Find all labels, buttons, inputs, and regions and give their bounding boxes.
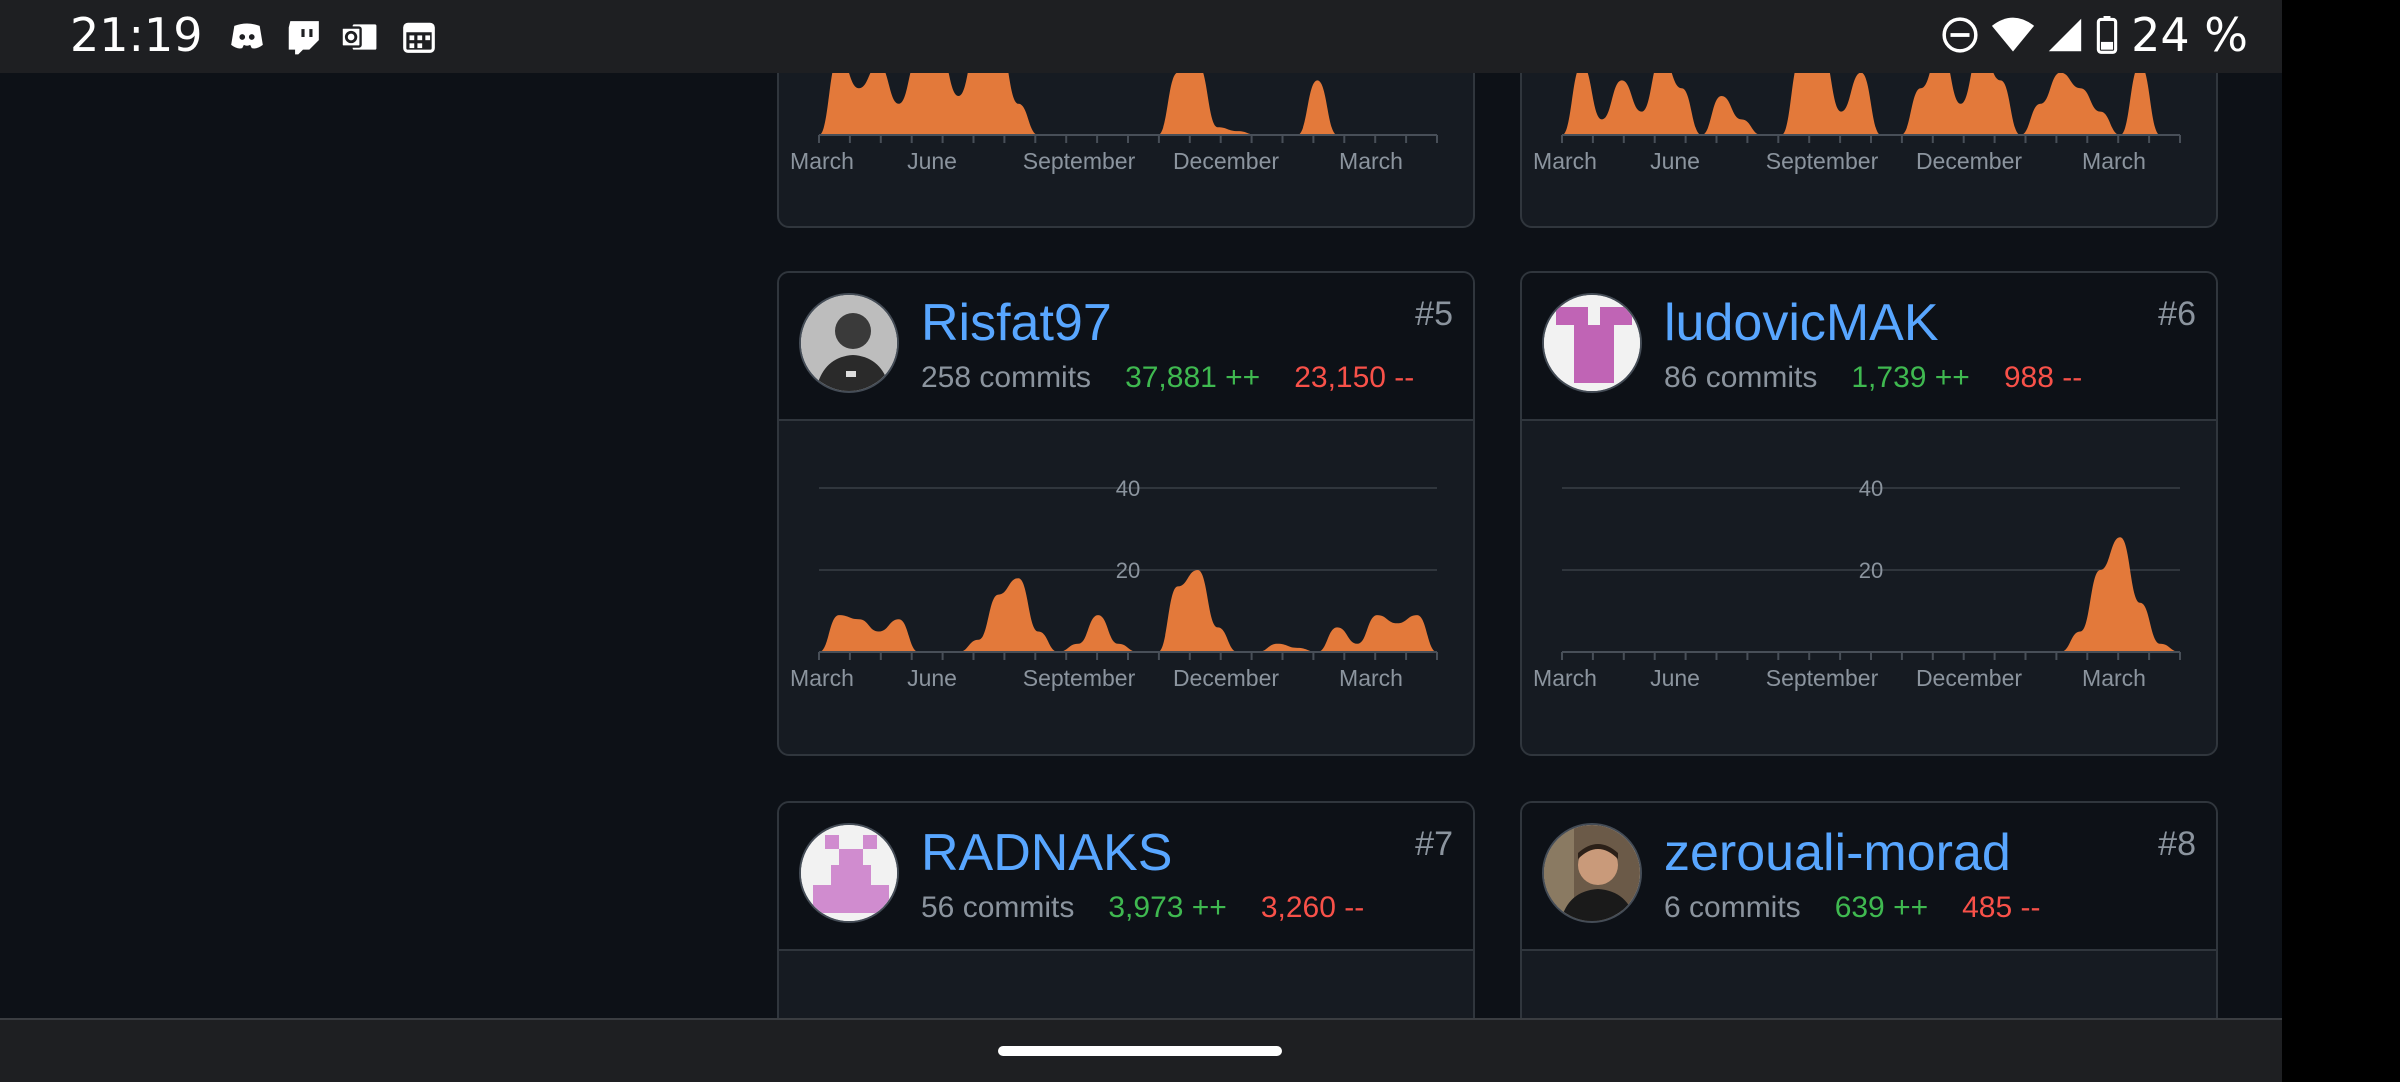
system-tray: 24 % xyxy=(1941,8,2248,62)
x-tick-label: March xyxy=(2082,148,2146,174)
battery-percent: 24 % xyxy=(2131,8,2248,62)
contributor-card: RADNAKS 56 commits 3,973 ++ 3,260 -- #7 xyxy=(777,801,1475,1018)
contribution-chart: 20 40 March June September December March xyxy=(1522,419,2216,754)
x-tick-label: September xyxy=(1766,665,1879,691)
x-tick-label: March xyxy=(1339,148,1403,174)
deletions-count: 988 -- xyxy=(2003,361,2083,394)
battery-icon xyxy=(2096,16,2118,54)
x-tick-label: March xyxy=(2082,665,2146,691)
x-tick-label: September xyxy=(1766,148,1879,174)
contributor-card-partial: March June September December March xyxy=(777,73,1475,228)
x-tick-label: March xyxy=(1339,665,1403,691)
x-tick-label: March xyxy=(790,148,854,174)
additions-count: 3,973 ++ xyxy=(1108,891,1227,924)
rank-badge: #5 xyxy=(1415,295,1453,333)
x-tick-label: September xyxy=(1023,665,1136,691)
contributor-card-partial: March June September December March xyxy=(1520,73,2218,228)
area-series xyxy=(1562,73,2180,135)
rank-badge: #7 xyxy=(1415,825,1453,863)
status-time: 21:19 xyxy=(70,8,203,62)
signal-icon xyxy=(2048,18,2082,52)
commit-stats: 6 commits 639 ++ 485 -- xyxy=(1664,891,2041,925)
y-tick-label: 40 xyxy=(1859,476,1883,501)
x-tick-label: March xyxy=(790,665,854,691)
card-header: zerouali-morad 6 commits 639 ++ 485 -- #… xyxy=(1522,803,2216,951)
discord-icon xyxy=(231,23,263,49)
x-tick-label: December xyxy=(1173,148,1279,174)
home-gesture-handle[interactable] xyxy=(998,1046,1282,1056)
identicon xyxy=(801,825,897,921)
username-link[interactable]: Risfat97 xyxy=(921,293,1112,353)
commit-stats: 56 commits 3,973 ++ 3,260 -- xyxy=(921,891,1364,925)
commit-count: 86 commits xyxy=(1664,361,1818,394)
x-tick-label: June xyxy=(907,148,957,174)
commit-count: 6 commits xyxy=(1664,891,1801,924)
contribution-chart: March June September December March xyxy=(1522,73,2216,226)
y-tick-label: 20 xyxy=(1859,558,1883,583)
commit-count: 258 commits xyxy=(921,361,1092,394)
commit-stats: 258 commits 37,881 ++ 23,150 -- xyxy=(921,361,1414,395)
avatar-photo xyxy=(1544,825,1640,921)
area-chart: March June September December March xyxy=(790,73,1438,174)
deletions-count: 3,260 -- xyxy=(1260,891,1365,924)
avatar[interactable] xyxy=(799,293,899,393)
commit-stats: 86 commits 1,739 ++ 988 -- xyxy=(1664,361,2082,395)
x-tick-label: December xyxy=(1916,665,2022,691)
contributors-page[interactable]: March June September December March March Jun… xyxy=(0,73,2282,1018)
rank-badge: #6 xyxy=(2158,295,2196,333)
area-chart: 20 40 March June September December March xyxy=(790,476,1438,691)
x-tick-label: June xyxy=(907,665,957,691)
username-link[interactable]: zerouali-morad xyxy=(1664,823,2011,883)
x-tick-label: June xyxy=(1650,148,1700,174)
additions-count: 639 ++ xyxy=(1834,891,1929,924)
additions-count: 1,739 ++ xyxy=(1851,361,1970,394)
status-bar: 21:19 24 % xyxy=(0,0,2282,73)
x-tick-label: March xyxy=(1533,665,1597,691)
commit-count: 56 commits xyxy=(921,891,1075,924)
avatar[interactable] xyxy=(1542,823,1642,923)
contributor-card: Risfat97 258 commits 37,881 ++ 23,150 --… xyxy=(777,271,1475,756)
calendar-icon xyxy=(403,22,435,53)
additions-count: 37,881 ++ xyxy=(1125,361,1261,394)
identicon xyxy=(1544,295,1640,391)
x-tick-label: December xyxy=(1173,665,1279,691)
do-not-disturb-icon xyxy=(1942,17,1978,53)
card-header: ludovicMAK 86 commits 1,739 ++ 988 -- #6 xyxy=(1522,273,2216,421)
twitch-icon xyxy=(288,21,319,55)
card-header: RADNAKS 56 commits 3,973 ++ 3,260 -- #7 xyxy=(779,803,1473,951)
area-chart: 20 40 March June September December March xyxy=(1533,476,2181,691)
avatar[interactable] xyxy=(799,823,899,923)
area-series xyxy=(819,73,1437,135)
username-link[interactable]: ludovicMAK xyxy=(1664,293,1939,353)
navigation-bar xyxy=(0,1018,2282,1082)
area-chart: March June September December March xyxy=(1533,73,2181,174)
contribution-chart: 20 40 March June September December March xyxy=(779,419,1473,754)
x-tick-label: September xyxy=(1023,148,1136,174)
area-series xyxy=(1562,537,2180,652)
outlook-icon xyxy=(340,24,377,50)
username-link[interactable]: RADNAKS xyxy=(921,823,1172,883)
card-header: Risfat97 258 commits 37,881 ++ 23,150 --… xyxy=(779,273,1473,421)
deletions-count: 23,150 -- xyxy=(1294,361,1415,394)
x-tick-label: June xyxy=(1650,665,1700,691)
contributor-card: zerouali-morad 6 commits 639 ++ 485 -- #… xyxy=(1520,801,2218,1018)
x-tick-label: December xyxy=(1916,148,2022,174)
avatar[interactable] xyxy=(1542,293,1642,393)
deletions-count: 485 -- xyxy=(1962,891,2041,924)
avatar-photo xyxy=(801,295,897,391)
y-tick-label: 40 xyxy=(1116,476,1140,501)
rank-badge: #8 xyxy=(2158,825,2196,863)
wifi-icon xyxy=(1992,17,2035,52)
y-tick-label: 20 xyxy=(1116,558,1140,583)
contribution-chart: March June September December March xyxy=(779,73,1473,226)
x-tick-label: March xyxy=(1533,148,1597,174)
contributor-card: ludovicMAK 86 commits 1,739 ++ 988 -- #6… xyxy=(1520,271,2218,756)
